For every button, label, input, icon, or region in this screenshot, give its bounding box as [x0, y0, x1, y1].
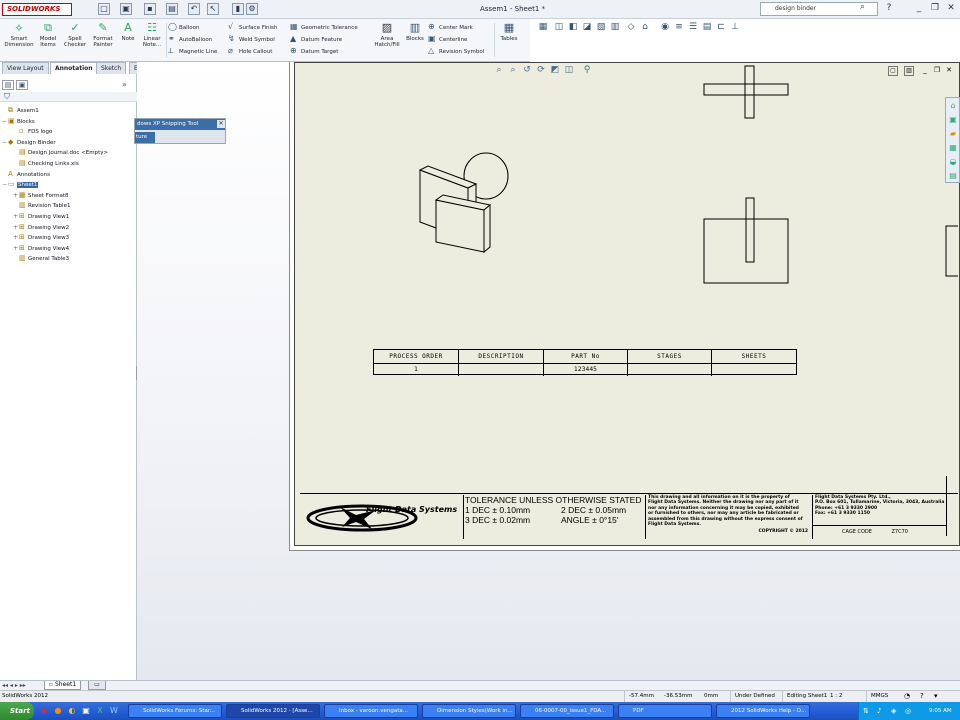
tolerance-value: 1 DEC ± 0.10mm [465, 505, 531, 515]
cage-code-row: CAGE CODE Z7C70 [812, 525, 946, 539]
tolerance-row: 1 DEC ± 0.10mm 2 DEC ± 0.05mm [465, 505, 643, 515]
volume-icon[interactable]: ♪ [877, 702, 881, 720]
tab-scroll-icons[interactable]: ◂◂ ◂ ▸ ▸▸ [2, 682, 26, 689]
add-sheet-icon[interactable]: ▭ [88, 681, 106, 690]
status-y: -36.53mm [664, 693, 693, 699]
bom-header: STAGES [628, 350, 712, 363]
tolerance-heading: TOLERANCE UNLESS OTHERWISE STATED [465, 495, 642, 505]
bom-header: PART No [544, 350, 628, 363]
rebuild-status-icon[interactable]: ◔ [904, 691, 910, 702]
status-app-name: SolidWorks 2012 [2, 693, 48, 699]
taskbar-item[interactable]: 2012 SolidWorks Help - D... [716, 704, 810, 718]
taskbar-item[interactable]: 06-0007-00_issue1_FDA... [520, 704, 614, 718]
tolerance-value: ANGLE ± 0°15' [561, 515, 619, 525]
status-scale[interactable]: 1 : 2 [830, 691, 842, 702]
bom-cell [712, 363, 796, 376]
copyright: COPYRIGHT © 2012 [758, 529, 808, 534]
bom-cell: 123445 [544, 363, 628, 376]
firefox-icon[interactable]: ● [52, 705, 64, 717]
network-icon[interactable]: ⇅ [863, 702, 869, 720]
bom-header: SHEETS [741, 353, 767, 360]
isometric-view[interactable] [418, 152, 509, 254]
tolerance-value: 3 DEC ± 0.02mm [465, 515, 531, 525]
bom-cell: 1 [374, 363, 459, 376]
logo-text: Flight Data Systems [366, 505, 457, 514]
bom-header: PROCESS ORDER [374, 350, 459, 363]
legal-line: Flight Data Systems. [648, 522, 701, 528]
antivirus-icon[interactable]: ◈ [891, 702, 896, 720]
windows-taskbar: Start ◉ ● ◐ ▣ X W SolidWorks Forums: Sta… [0, 702, 960, 720]
sheet-tab-bar: ◂◂ ◂ ▸ ▸▸ ▫ Sheet1 ▭ [0, 680, 960, 690]
status-bar: SolidWorks 2012 -57.4mm -36.53mm 0mm Und… [0, 690, 960, 703]
right-view-edge [945, 225, 958, 277]
bom-header: DESCRIPTION [459, 350, 544, 363]
outlook-icon[interactable]: ◐ [66, 705, 78, 717]
revision-edge [946, 476, 958, 536]
sheet-tab[interactable]: ▫ Sheet1 [44, 681, 82, 690]
system-tray: ⇅ ♪ ◈ ◎ 9:05 AM [858, 702, 960, 720]
bom-table[interactable]: PROCESS ORDER DESCRIPTION PART No STAGES… [373, 349, 797, 376]
update-icon[interactable]: ◎ [905, 702, 911, 720]
clock: 9:05 AM [929, 708, 952, 714]
taskbar-item[interactable]: Dimension Styles(Work in... [422, 704, 516, 718]
start-button[interactable]: Start [0, 702, 34, 720]
excel-icon[interactable]: X [94, 705, 106, 717]
top-view[interactable] [703, 65, 789, 119]
status-options-icon[interactable]: ▾ [934, 691, 938, 702]
chrome-icon[interactable]: ◉ [38, 705, 50, 717]
word-icon[interactable]: W [108, 705, 120, 717]
tolerance-row: 3 DEC ± 0.02mm ANGLE ± 0°15' [465, 515, 643, 525]
desktop-icon[interactable]: ▣ [80, 705, 92, 717]
taskbar-item[interactable]: SolidWorks Forums: Star... [128, 704, 222, 718]
bom-cell [459, 363, 544, 376]
address-line: Fax: +61 3 9330 1150 [815, 511, 871, 517]
bom-cell [628, 363, 712, 376]
taskbar-item[interactable]: SolidWorks 2012 - [Asse... [226, 704, 320, 718]
taskbar-item[interactable]: Inbox - varoon.vengata... [324, 704, 418, 718]
front-view[interactable] [703, 197, 789, 284]
status-z: 0mm [704, 693, 719, 699]
legal-notice: This drawing and all information on it i… [645, 495, 812, 539]
cage-code-label: CAGE CODE [842, 529, 872, 535]
legal-line: or furnished to others, nor may any arti… [648, 511, 799, 517]
cage-code-value: Z7C70 [891, 529, 908, 535]
sheet-icon: ▫ [49, 681, 54, 688]
tolerance-block: TOLERANCE UNLESS OTHERWISE STATED 1 DEC … [463, 495, 643, 539]
help-icon[interactable]: ? [920, 691, 924, 702]
company-logo: Flight Data Systems [306, 504, 457, 532]
tolerance-value: 2 DEC ± 0.05mm [561, 505, 627, 515]
taskbar-item[interactable]: PDF [618, 704, 712, 718]
